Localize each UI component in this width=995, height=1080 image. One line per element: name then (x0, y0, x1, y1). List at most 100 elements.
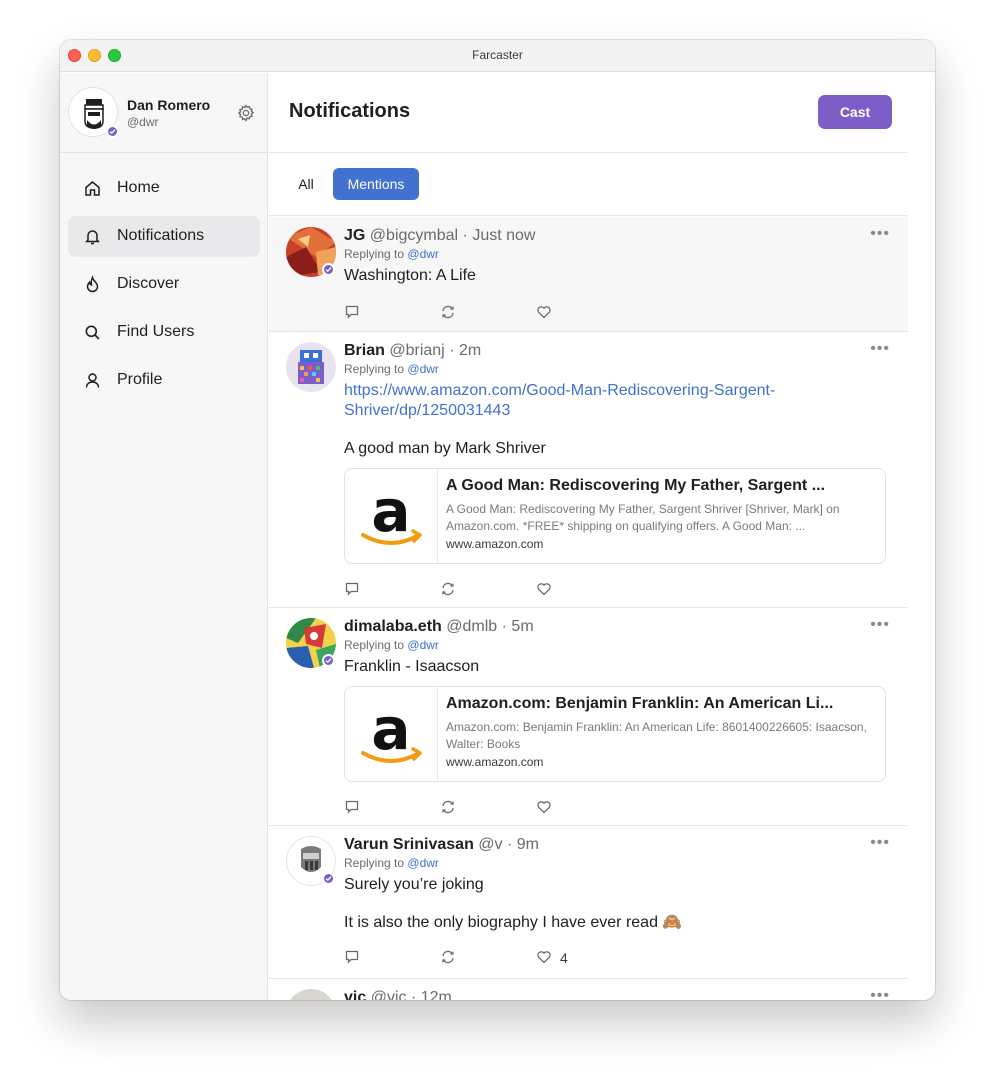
cast-header: JG @bigcymbal · Just now (344, 227, 890, 247)
cast-actions: 4 (344, 949, 890, 969)
reply-icon[interactable] (344, 304, 360, 320)
reply-icon[interactable] (344, 581, 360, 597)
cast-body: JG @bigcymbal · Just now Replying to @dw… (344, 227, 890, 324)
sidebar-item-discover[interactable]: Discover (68, 264, 260, 305)
cast-time: 9m (516, 836, 540, 853)
author-name[interactable]: Brian (344, 342, 385, 359)
author-name[interactable]: vic (344, 989, 366, 1000)
cast-text-second: It is also the only biography I have eve… (344, 914, 683, 931)
settings-gear-icon[interactable] (236, 103, 256, 123)
profile-handle: @dwr (127, 115, 159, 129)
cast-item[interactable]: vic @vic · 12m ••• (269, 979, 908, 1000)
cast-item[interactable]: Varun Srinivasan @v · 9m Replying to @dw… (269, 826, 908, 979)
link-preview-card[interactable]: a Amazon.com: Benjamin Franklin: An Amer… (344, 686, 886, 782)
mention-link[interactable]: @dwr (407, 856, 439, 870)
reply-icon[interactable] (344, 799, 360, 815)
notification-feed: JG @bigcymbal · Just now Replying to @dw… (269, 217, 908, 1000)
author-handle[interactable]: @dmlb (446, 618, 497, 635)
author-handle[interactable]: @v (478, 836, 502, 853)
cast-actions (344, 304, 890, 324)
cast-header: dimalaba.eth @dmlb · 5m (344, 618, 890, 638)
tab-all[interactable]: All (287, 168, 325, 200)
heart-icon[interactable] (536, 581, 552, 597)
cast-text: A good man by Mark Shriver (344, 440, 546, 457)
more-options-icon[interactable]: ••• (870, 834, 890, 852)
reply-icon[interactable] (344, 949, 360, 965)
more-options-icon[interactable]: ••• (870, 987, 890, 1000)
link-preview-title: A Good Man: Rediscovering My Father, Sar… (446, 477, 826, 494)
avatar[interactable] (68, 87, 119, 138)
cast-button[interactable]: Cast (818, 95, 892, 129)
cast-item[interactable]: JG @bigcymbal · Just now Replying to @dw… (269, 217, 908, 332)
author-name[interactable]: JG (344, 227, 365, 244)
author-name[interactable]: Varun Srinivasan (344, 836, 474, 853)
link-preview-card[interactable]: a A Good Man: Rediscovering My Father, S… (344, 468, 886, 564)
user-icon (85, 373, 100, 388)
sidebar-item-find-users[interactable]: Find Users (68, 312, 260, 353)
replying-to: Replying to @dwr (344, 856, 890, 872)
cast-time: 5m (511, 618, 534, 635)
cast-url-link[interactable]: https://www.amazon.com/Good-Man-Rediscov… (344, 381, 814, 421)
sidebar-item-home[interactable]: Home (68, 168, 260, 209)
avatar[interactable] (286, 342, 336, 392)
cast-body: vic @vic · 12m (344, 989, 890, 1000)
mention-link[interactable]: @dwr (407, 247, 439, 261)
cast-time: 2m (458, 342, 482, 359)
sidebar-item-profile[interactable]: Profile (68, 360, 260, 401)
more-options-icon[interactable]: ••• (870, 616, 890, 634)
cast-actions (344, 581, 890, 601)
cast-body: Brian @brianj · 2m Replying to @dwr http… (344, 342, 890, 601)
avatar[interactable] (286, 989, 336, 1000)
replying-to: Replying to @dwr (344, 638, 890, 654)
sidebar-nav: Home Notifications Discover Find Users P… (68, 168, 260, 408)
title-bar: Farcaster (60, 40, 935, 72)
app-window: Farcaster Dan Romero @dwr Home Notificat… (60, 40, 935, 1000)
verified-badge-icon (322, 872, 335, 885)
profile-card[interactable]: Dan Romero @dwr (60, 73, 268, 153)
cast-header: vic @vic · 12m (344, 989, 890, 1000)
cast-text: Washington: A Life (344, 267, 476, 284)
tab-mentions[interactable]: Mentions (333, 168, 419, 200)
separator-dot: · (449, 342, 455, 359)
cast-text: Franklin - Isaacson (344, 658, 480, 675)
separator-dot: · (501, 618, 507, 635)
cast-item[interactable]: dimalaba.eth @dmlb · 5m Replying to @dwr… (269, 608, 908, 826)
link-preview-description: Amazon.com: Benjamin Franklin: An Americ… (446, 720, 867, 751)
recast-icon[interactable] (440, 799, 456, 815)
more-options-icon[interactable]: ••• (870, 340, 890, 358)
replying-to: Replying to @dwr (344, 247, 890, 263)
replying-prefix: Replying to (344, 638, 405, 652)
cast-time: Just now (472, 227, 536, 244)
home-icon (85, 181, 100, 196)
mention-link[interactable]: @dwr (407, 638, 439, 652)
author-handle[interactable]: @bigcymbal (370, 227, 458, 244)
recast-icon[interactable] (440, 949, 456, 965)
avatar[interactable] (286, 227, 336, 277)
sidebar-item-notifications[interactable]: Notifications (68, 216, 260, 257)
author-name[interactable]: dimalaba.eth (344, 618, 442, 635)
replying-to: Replying to @dwr (344, 362, 890, 378)
sidebar-item-label: Notifications (117, 227, 205, 244)
replying-prefix: Replying to (344, 856, 405, 870)
search-icon (85, 325, 100, 340)
svg-text:a: a (371, 477, 410, 545)
main-header: Notifications Cast (269, 73, 908, 153)
recast-icon[interactable] (440, 304, 456, 320)
verified-badge-icon (106, 125, 119, 138)
heart-icon[interactable] (536, 304, 552, 320)
author-handle[interactable]: @vic (371, 989, 407, 1000)
sidebar-item-label: Home (117, 179, 160, 196)
heart-icon[interactable] (536, 799, 552, 815)
avatar[interactable] (286, 836, 336, 886)
sidebar: Dan Romero @dwr Home Notifications Disco… (60, 73, 268, 1000)
more-options-icon[interactable]: ••• (870, 225, 890, 243)
main-panel: Notifications Cast All Mentions JG @bigc… (269, 73, 908, 1000)
author-handle[interactable]: @brianj (389, 342, 444, 359)
mention-link[interactable]: @dwr (407, 362, 439, 376)
heart-icon[interactable] (536, 949, 552, 965)
sidebar-item-label: Profile (117, 371, 163, 388)
avatar[interactable] (286, 618, 336, 668)
filter-tabs: All Mentions (269, 154, 908, 216)
recast-icon[interactable] (440, 581, 456, 597)
cast-item[interactable]: Brian @brianj · 2m Replying to @dwr http… (269, 332, 908, 608)
